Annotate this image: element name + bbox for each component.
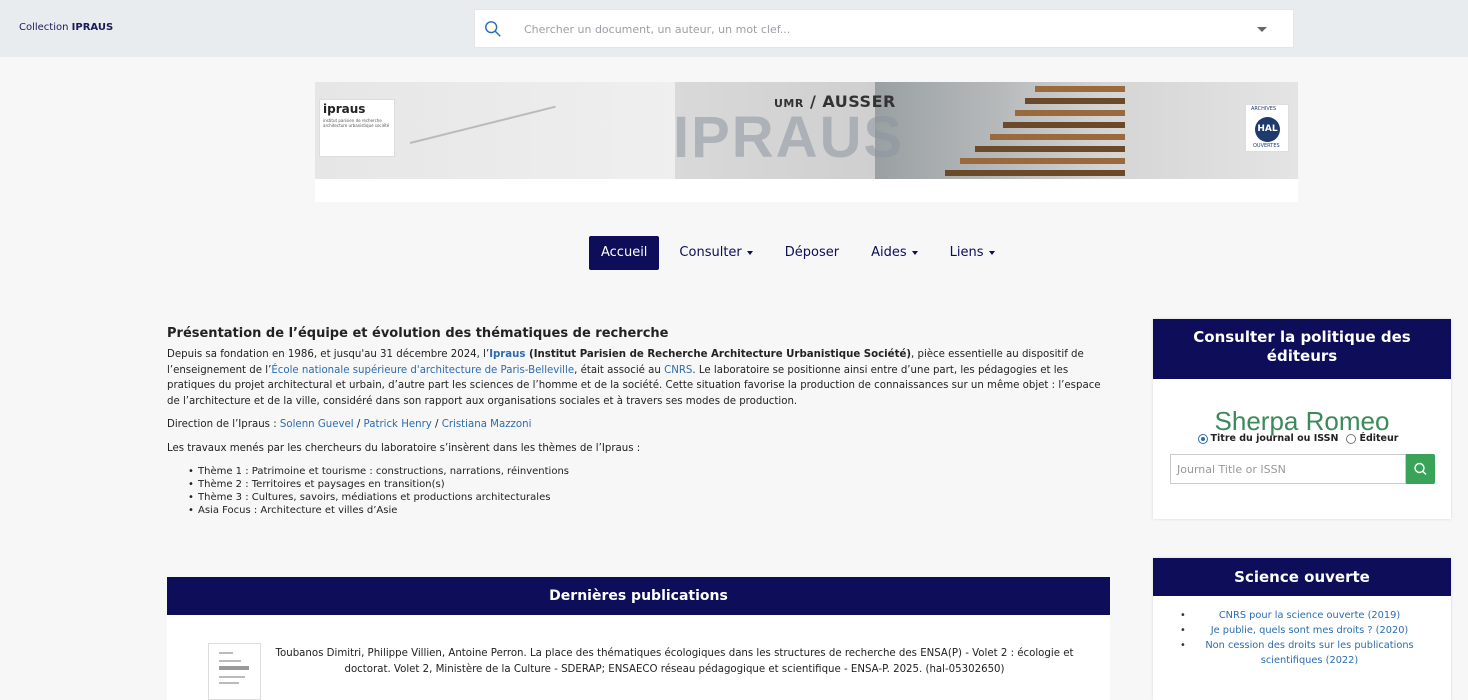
hal-logo-top: ARCHIVES — [1251, 106, 1277, 112]
search-icon[interactable] — [484, 20, 502, 38]
search-type-radios: Titre du journal ou ISSN Éditeur — [1153, 433, 1451, 444]
staircase-photo — [875, 82, 1298, 179]
ensa-link[interactable]: École nationale supérieure d'architectur… — [271, 365, 574, 376]
themes-list: Thème 1 : Patrimoine et tourisme : const… — [188, 465, 1110, 517]
nav-accueil[interactable]: Accueil — [589, 236, 660, 270]
nav-deposer[interactable]: Déposer — [773, 236, 851, 270]
list-item: Asia Focus : Architecture et villes d’As… — [188, 504, 1110, 517]
section-title: Présentation de l’équipe et évolution de… — [167, 326, 669, 341]
nav-consulter-label: Consulter — [679, 245, 742, 260]
publication-citation[interactable]: Toubanos Dimitri, Philippe Villien, Anto… — [267, 646, 1082, 678]
collection-name: IPRAUS — [71, 22, 114, 33]
search-input[interactable]: Chercher un document, un auteur, un mot … — [524, 23, 790, 36]
director-link[interactable]: Cristiana Mazzoni — [442, 419, 532, 430]
policy-card-header: Consulter la politique des éditeurs — [1153, 319, 1451, 379]
publication-thumbnail[interactable] — [208, 643, 261, 700]
ipraus-logo[interactable]: ipraus institut parisien de recherche ar… — [319, 99, 395, 157]
cnrs-link[interactable]: CNRS — [664, 365, 692, 376]
ipraus-link[interactable]: Ipraus — [489, 349, 525, 360]
publisher-policy-card: Consulter la politique des éditeurs Sher… — [1153, 319, 1451, 519]
banner-title: IPRAUS — [673, 105, 905, 170]
journal-search-input[interactable]: Journal Title or ISSN — [1170, 454, 1406, 484]
top-bar: Collection IPRAUS Chercher un document, … — [0, 0, 1468, 57]
radio-journal[interactable] — [1197, 433, 1208, 444]
main-nav: Accueil Consulter Déposer Aides Liens — [589, 236, 1015, 270]
umr-label: UMR / AUSSER — [774, 92, 896, 111]
search-box[interactable]: Chercher un document, un auteur, un mot … — [474, 9, 1294, 48]
open-science-link[interactable]: Je publie, quels sont mes droits ? (2020… — [1211, 625, 1409, 636]
search-icon — [1414, 462, 1427, 475]
open-science-card: Science ouverte CNRS pour la science ouv… — [1153, 558, 1451, 700]
open-science-link[interactable]: CNRS pour la science ouverte (2019) — [1219, 610, 1400, 621]
nav-liens-label: Liens — [949, 245, 984, 260]
logo-title: ipraus — [323, 102, 366, 116]
list-item: Thème 2 : Territoires et paysages en tra… — [188, 478, 1110, 491]
latest-publications: Dernières publications Toubanos Dimitri,… — [167, 577, 1110, 700]
list-item: Thème 1 : Patrimoine et tourisme : const… — [188, 465, 1110, 478]
nav-consulter[interactable]: Consulter — [667, 236, 764, 270]
list-item: CNRS pour la science ouverte (2019) — [1165, 608, 1439, 623]
director-link[interactable]: Solenn Guevel — [280, 419, 354, 430]
direction-paragraph: Direction de l’Ipraus : Solenn Guevel / … — [167, 419, 532, 430]
themes-intro: Les travaux menés par les chercheurs du … — [167, 442, 641, 454]
nav-aides-label: Aides — [871, 245, 907, 260]
nav-aides[interactable]: Aides — [859, 236, 930, 270]
hal-logo[interactable]: ARCHIVES HAL OUVERTES — [1245, 104, 1289, 152]
presentation-section: Présentation de l’équipe et évolution de… — [167, 326, 1110, 517]
radio-publisher[interactable] — [1346, 433, 1357, 444]
radio-journal-label[interactable]: Titre du journal ou ISSN — [1211, 433, 1339, 444]
collection-prefix: Collection — [19, 22, 69, 33]
intro-paragraph: Depuis sa fondation en 1986, et jusqu'au… — [167, 349, 1101, 407]
open-science-list: CNRS pour la science ouverte (2019) Je p… — [1153, 596, 1451, 668]
open-science-header: Science ouverte — [1153, 558, 1451, 596]
chevron-down-icon[interactable] — [1257, 27, 1267, 32]
nav-liens[interactable]: Liens — [938, 236, 1007, 270]
director-link[interactable]: Patrick Henry — [364, 419, 432, 430]
header-banner: IPRAUS UMR / AUSSER ipraus institut pari… — [315, 82, 1298, 202]
list-item: Non cession des droits sur les publicati… — [1165, 638, 1439, 668]
journal-search-button[interactable] — [1406, 454, 1435, 484]
open-science-link[interactable]: Non cession des droits sur les publicati… — [1205, 640, 1413, 666]
list-item: Thème 3 : Cultures, savoirs, médiations … — [188, 491, 1110, 504]
collection-label[interactable]: Collection IPRAUS — [19, 22, 113, 33]
logo-subtitle: institut parisien de recherche architect… — [323, 118, 390, 128]
hal-logo-circle: HAL — [1255, 117, 1280, 142]
radio-publisher-label[interactable]: Éditeur — [1359, 433, 1398, 444]
publications-header: Dernières publications — [167, 577, 1110, 615]
list-item: Je publie, quels sont mes droits ? (2020… — [1165, 623, 1439, 638]
hal-logo-bottom: OUVERTES — [1253, 143, 1280, 149]
